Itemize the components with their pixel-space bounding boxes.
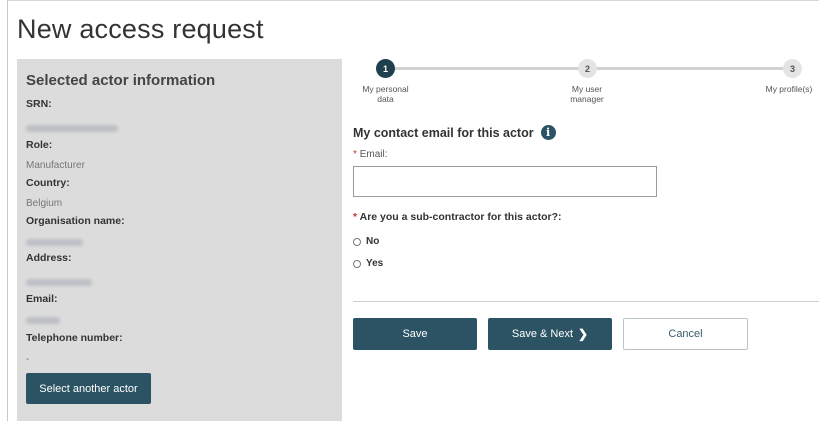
radio-yes-label[interactable]: Yes bbox=[366, 258, 383, 269]
info-icon[interactable]: i bbox=[540, 125, 556, 140]
actor-info-heading: Selected actor information bbox=[26, 72, 216, 89]
address-value-redacted bbox=[26, 279, 92, 286]
radio-no[interactable] bbox=[353, 237, 361, 246]
step-1-label-line1: My personal bbox=[362, 84, 409, 94]
srn-label: SRN: bbox=[26, 98, 52, 110]
stepper-line-1 bbox=[395, 67, 587, 70]
step-3-circle[interactable]: 3 bbox=[783, 59, 802, 78]
email-input[interactable] bbox=[353, 166, 657, 197]
step-1-label-line2: data bbox=[377, 94, 394, 104]
save-next-button[interactable]: Save & Next ❯ bbox=[488, 318, 612, 350]
address-label: Address: bbox=[26, 252, 72, 264]
organisation-name-value-redacted bbox=[26, 239, 83, 246]
step-2-label-line1: My user bbox=[571, 84, 603, 94]
step-1-label: My personal data bbox=[352, 84, 419, 104]
telephone-label: Telephone number: bbox=[26, 332, 123, 344]
step-2-label-line2: manager bbox=[570, 94, 604, 104]
country-label: Country: bbox=[26, 177, 70, 189]
subcontractor-question-text: Are you a sub-contractor for this actor?… bbox=[359, 211, 562, 223]
radio-no-label[interactable]: No bbox=[366, 236, 379, 247]
country-value: Belgium bbox=[26, 198, 63, 209]
required-marker: * bbox=[353, 211, 358, 223]
chevron-right-icon: ❯ bbox=[578, 327, 589, 341]
save-next-label: Save & Next bbox=[511, 328, 574, 340]
radio-yes[interactable] bbox=[353, 259, 361, 268]
email-field-label: * Email: bbox=[353, 149, 387, 160]
required-marker: * bbox=[353, 149, 357, 160]
page-title: New access request bbox=[17, 14, 264, 44]
telephone-value: - bbox=[26, 354, 30, 365]
save-button[interactable]: Save bbox=[353, 318, 477, 350]
email-label-sidebar: Email: bbox=[26, 293, 58, 305]
subcontractor-question: * Are you a sub-contractor for this acto… bbox=[353, 211, 561, 223]
email-value-redacted bbox=[26, 317, 60, 324]
step-2-label: My user manager bbox=[552, 84, 622, 104]
email-field-label-text: Email: bbox=[359, 149, 388, 160]
select-another-actor-button[interactable]: Select another actor bbox=[26, 373, 151, 404]
srn-value-redacted bbox=[26, 125, 118, 132]
step-1-circle[interactable]: 1 bbox=[376, 59, 395, 78]
radio-option-no[interactable]: No bbox=[353, 236, 379, 247]
step-3-label: My profile(s) bbox=[759, 84, 819, 94]
role-value: Manufacturer bbox=[26, 160, 85, 171]
actor-info-panel: Selected actor information SRN: Role: Ma… bbox=[17, 59, 342, 421]
frame-left-border bbox=[7, 0, 8, 421]
radio-option-yes[interactable]: Yes bbox=[353, 258, 383, 269]
form-divider bbox=[353, 301, 819, 302]
contact-email-section-title-text: My contact email for this actor bbox=[353, 125, 534, 140]
contact-email-section-title: My contact email for this actor i bbox=[353, 125, 556, 140]
stepper-line-2 bbox=[597, 67, 793, 70]
organisation-name-label: Organisation name: bbox=[26, 215, 125, 227]
step-2-circle[interactable]: 2 bbox=[578, 59, 597, 78]
step-3-label-line1: My profile(s) bbox=[765, 84, 813, 94]
role-label: Role: bbox=[26, 139, 53, 151]
cancel-button[interactable]: Cancel bbox=[623, 318, 748, 350]
frame-top-border bbox=[7, 0, 819, 1]
